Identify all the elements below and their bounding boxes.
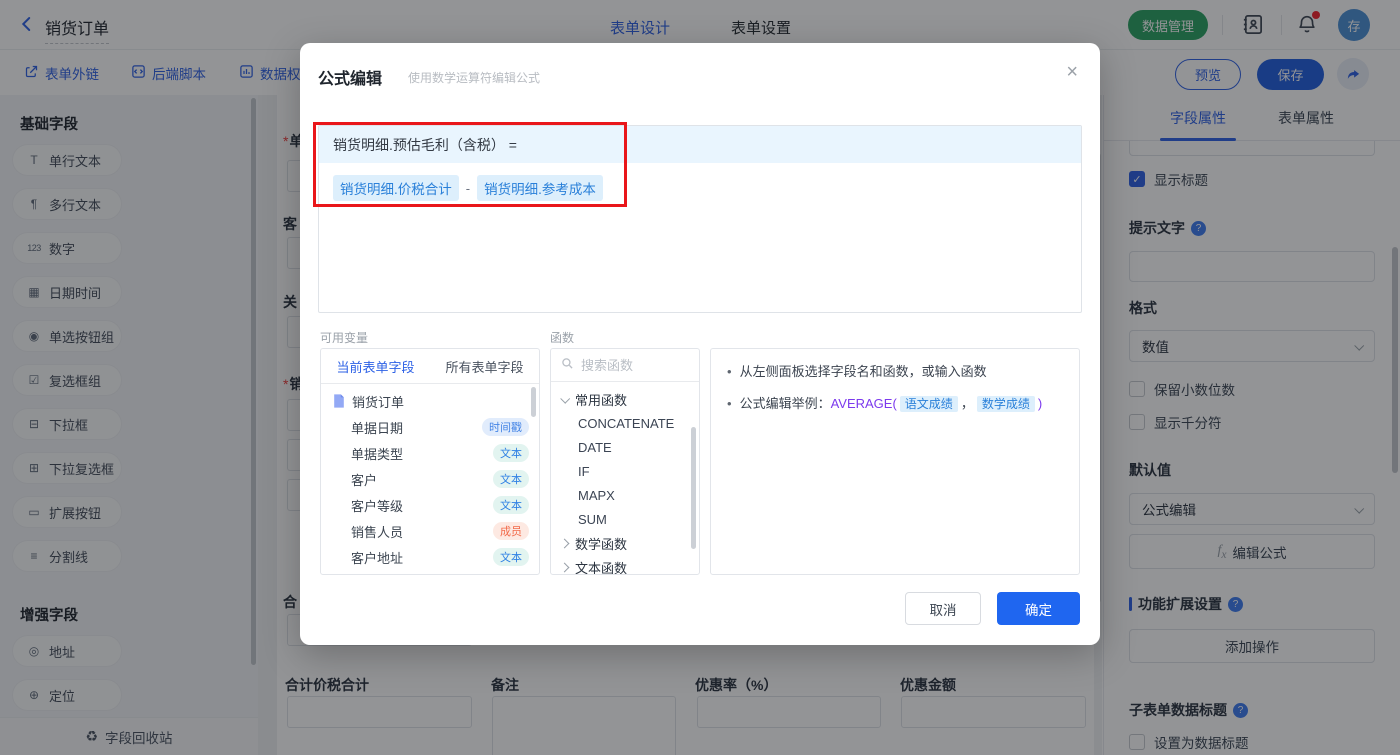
search-icon — [561, 357, 574, 373]
functions-scrollbar[interactable] — [691, 427, 696, 549]
function-search-input[interactable] — [581, 357, 689, 373]
function-item[interactable]: IF — [551, 459, 699, 483]
variable-row-partial[interactable] — [321, 570, 539, 574]
dialog-subtitle: 使用数学运算符编辑公式 — [408, 71, 541, 85]
function-group[interactable]: 文本函数 — [551, 555, 699, 574]
chevron-right-icon — [559, 538, 570, 548]
help-pane: 从左侧面板选择字段名和函数，或输入函数 公式编辑举例：AVERAGE(语文成绩，… — [710, 348, 1080, 575]
close-icon[interactable]: × — [1066, 61, 1078, 84]
form-node[interactable]: 销货订单 — [321, 388, 539, 414]
type-badge: 时间戳 — [482, 418, 529, 436]
variable-row[interactable]: 客户 文本 — [321, 466, 539, 492]
type-badge: 文本 — [493, 496, 529, 514]
variable-row[interactable]: 单据类型 文本 — [321, 440, 539, 466]
type-badge: 文本 — [493, 548, 529, 566]
function-item[interactable]: CONCATENATE — [551, 411, 699, 435]
formula-edit-dialog: 公式编辑 使用数学运算符编辑公式 × 销货明细.预估毛利（含税） = 销货明细.… — [300, 43, 1100, 645]
formula-target: 销货明细.预估毛利（含税） = — [319, 126, 1081, 163]
variable-row[interactable]: 客户等级 文本 — [321, 492, 539, 518]
variable-row[interactable]: 客户地址 文本 — [321, 544, 539, 570]
variable-row[interactable]: 单据日期 时间戳 — [321, 414, 539, 440]
formula-editor[interactable]: 销货明细.预估毛利（含税） = 销货明细.价税合计 - 销货明细.参考成本 — [318, 125, 1082, 313]
example-chip: 数学成绩 — [976, 396, 1035, 412]
minus-operator: - — [465, 180, 471, 196]
function-item[interactable]: SUM — [551, 507, 699, 531]
function-item[interactable]: MAPX — [551, 483, 699, 507]
help-line-1: 从左侧面板选择字段名和函数，或输入函数 — [727, 362, 1063, 381]
tab-all-form-fields[interactable]: 所有表单字段 — [430, 349, 539, 383]
form-doc-icon — [333, 394, 345, 408]
type-badge: 文本 — [493, 444, 529, 462]
variables-scrollbar[interactable] — [531, 387, 536, 417]
cancel-button[interactable]: 取消 — [905, 592, 981, 625]
dialog-title: 公式编辑 — [318, 71, 383, 88]
function-group[interactable]: 常用函数 — [551, 387, 699, 411]
function-name: AVERAGE( — [830, 396, 897, 411]
type-badge: 成员 — [493, 522, 529, 540]
formula-field-chip[interactable]: 销货明细.价税合计 — [333, 175, 459, 201]
confirm-button[interactable]: 确定 — [997, 592, 1080, 625]
function-group[interactable]: 数学函数 — [551, 531, 699, 555]
example-chip: 语文成绩 — [899, 396, 958, 412]
variable-row[interactable]: 销售人员 成员 — [321, 518, 539, 544]
chevron-down-icon — [560, 393, 571, 404]
formula-field-chip[interactable]: 销货明细.参考成本 — [477, 175, 603, 201]
functions-pane-label: 函数 — [550, 331, 575, 345]
chevron-right-icon — [559, 562, 570, 572]
type-badge: 文本 — [493, 470, 529, 488]
tab-current-form-fields[interactable]: 当前表单字段 — [321, 349, 430, 383]
function-search[interactable] — [551, 349, 699, 382]
functions-pane: 常用函数 CONCATENATE DATE IF MAPX SUM 数学函数 文… — [550, 348, 700, 575]
help-line-2: 公式编辑举例：AVERAGE(语文成绩，数学成绩) — [727, 394, 1063, 414]
function-item[interactable]: DATE — [551, 435, 699, 459]
variables-pane-label: 可用变量 — [320, 331, 369, 345]
app-window: 销货订单 表单设计 表单设置 数据管理 存 表单外链 后端脚本 数据权限 预览 … — [0, 0, 1400, 755]
variables-pane: 当前表单字段 所有表单字段 销货订单 单据日期 时间戳 单据类型 文本 客户 文本 客… — [320, 348, 540, 575]
